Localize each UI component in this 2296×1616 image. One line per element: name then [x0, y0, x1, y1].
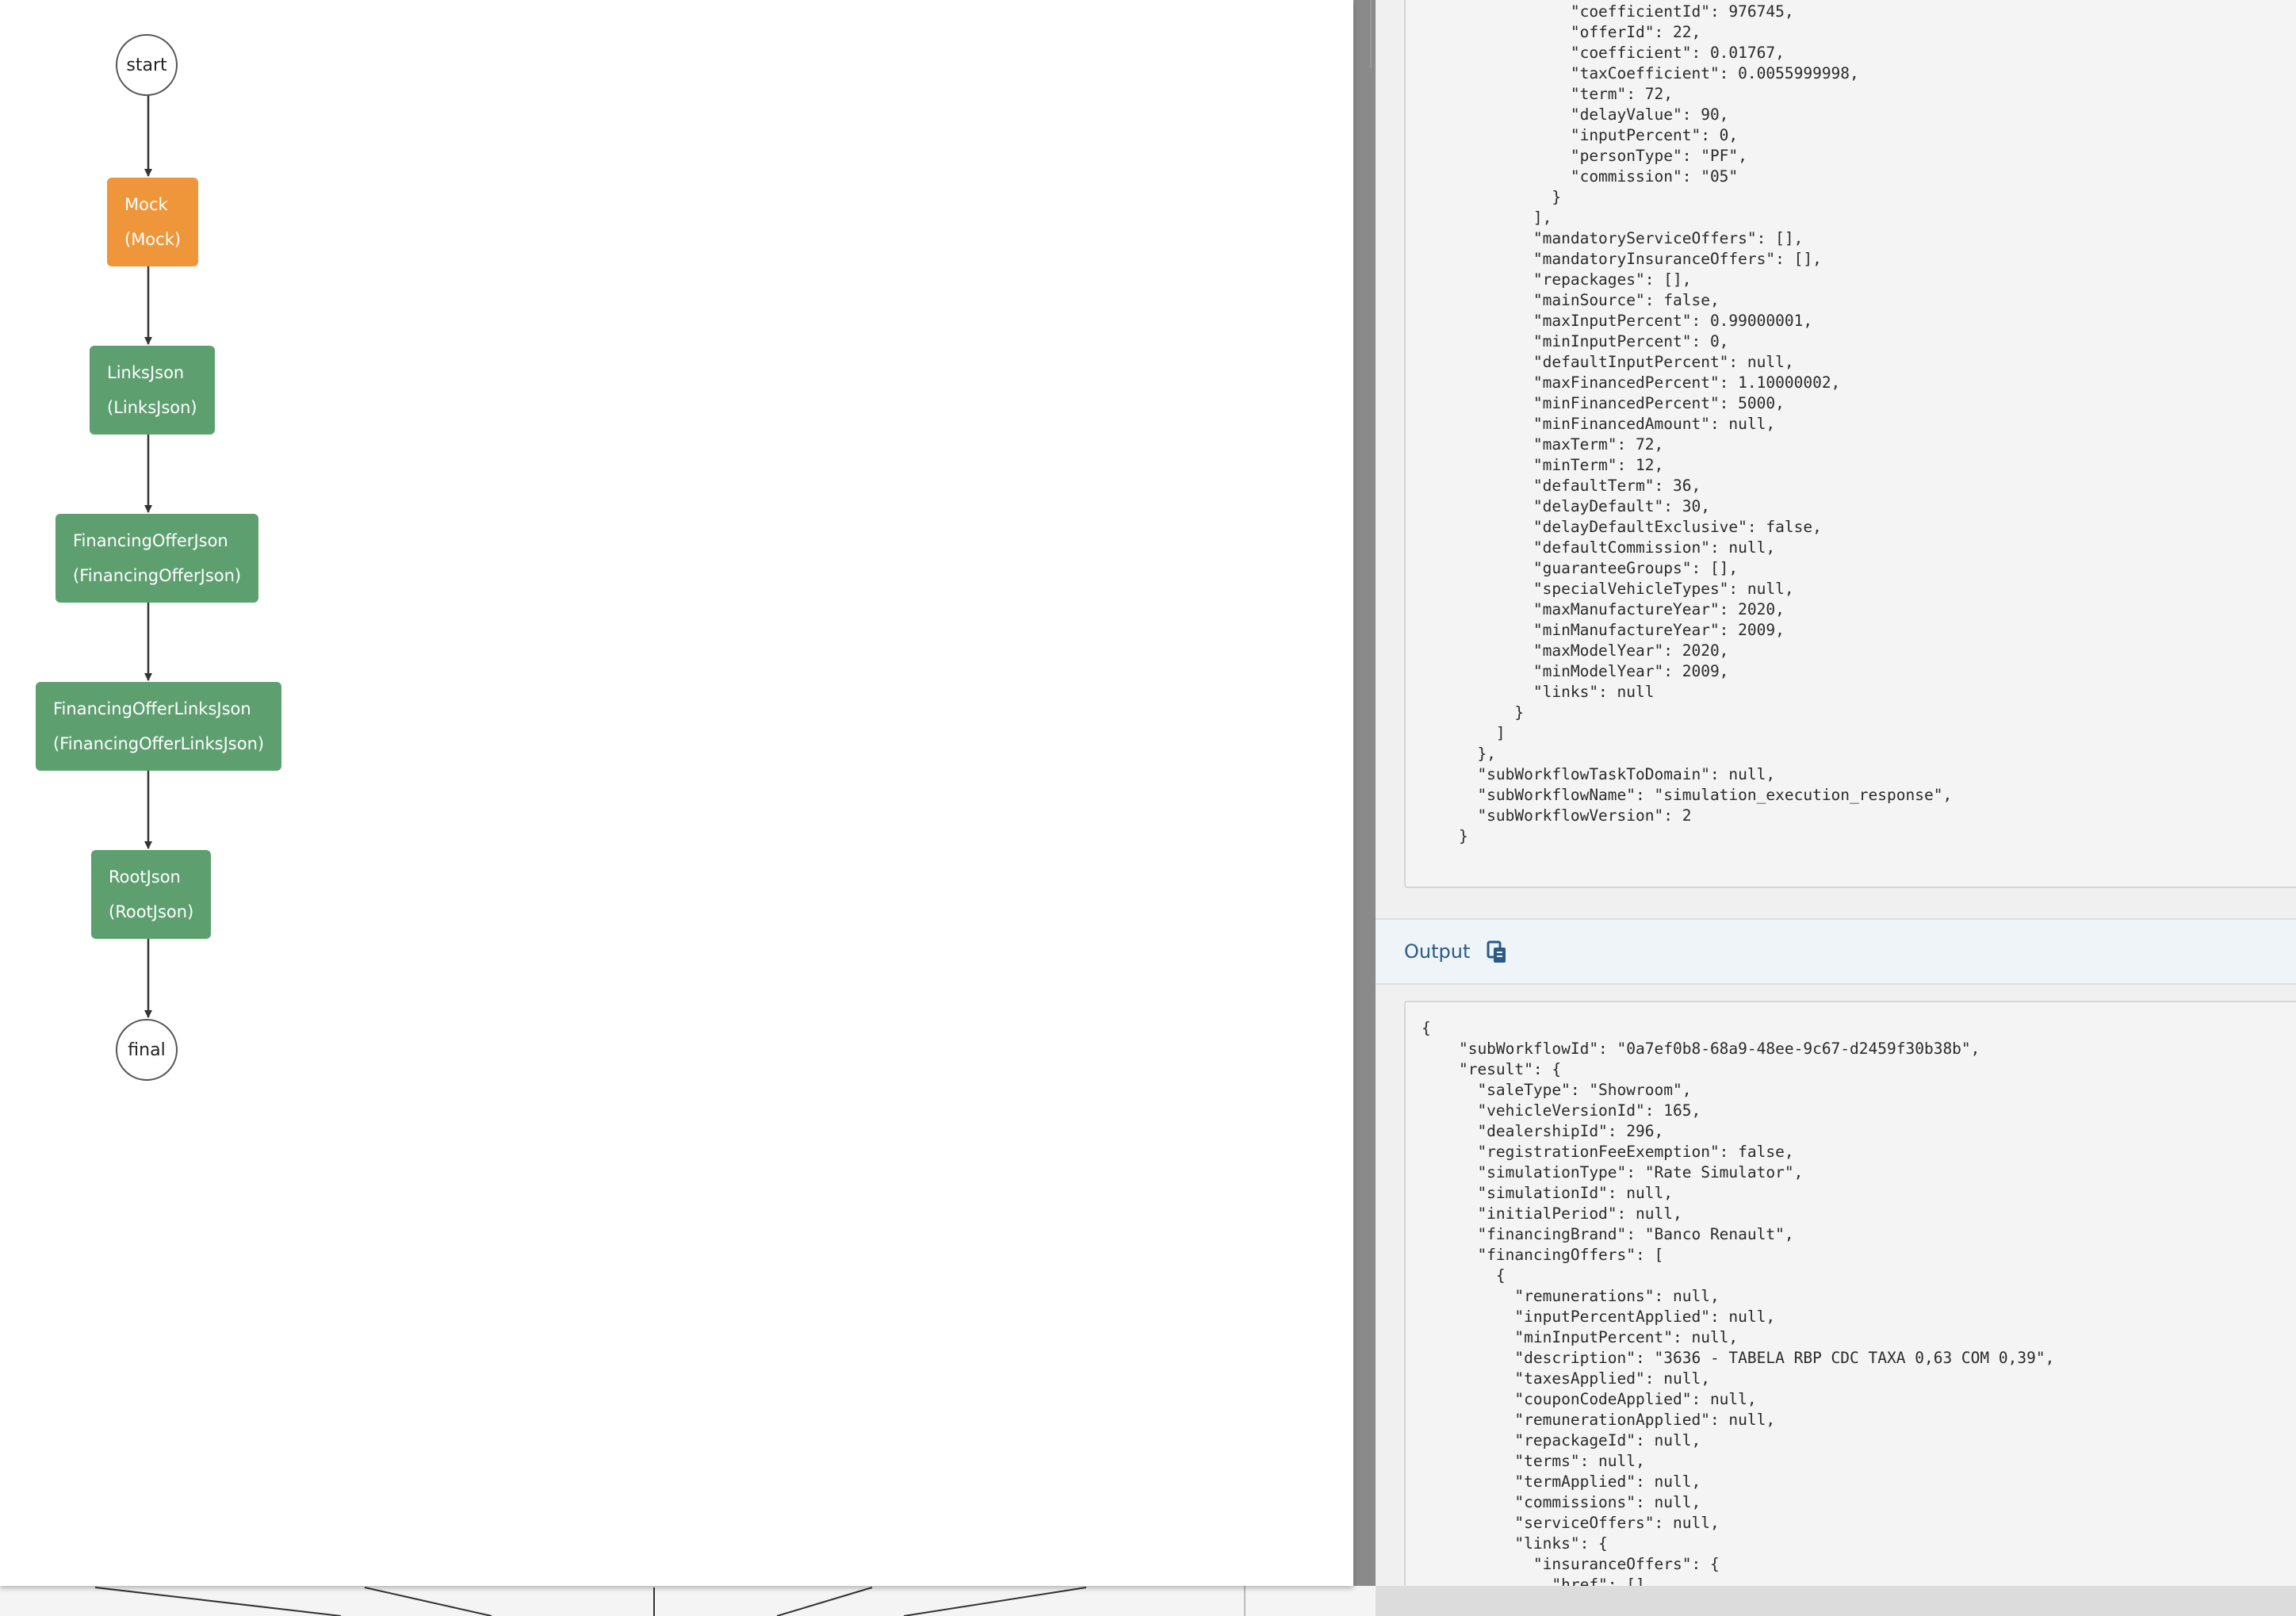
final-node[interactable]: final	[116, 1019, 178, 1081]
task-node-mock[interactable]: Mock (Mock)	[107, 178, 199, 266]
task-ref: (FinancingOfferLinksJson)	[53, 734, 265, 753]
task-node-financingofferlinksjson[interactable]: FinancingOfferLinksJson (FinancingOfferL…	[36, 682, 282, 771]
task-node-linksjson[interactable]: LinksJson (LinksJson)	[90, 346, 215, 435]
task-name: FinancingOfferJson	[73, 531, 228, 550]
output-section-header: Output	[1376, 918, 2296, 985]
graph-edges	[144, 96, 152, 1018]
input-json-text: "coefficientId": 976745, "offerId": 22, …	[1458, 2, 1953, 845]
copy-icon[interactable]	[1483, 939, 1510, 966]
task-node-financingofferjson[interactable]: FinancingOfferJson (FinancingOfferJson)	[55, 514, 259, 603]
output-json-viewer[interactable]: { "subWorkflowId": "0a7ef0b8-68a9-48ee-9…	[1404, 1001, 2296, 1586]
start-node-label: start	[126, 55, 167, 75]
task-name: FinancingOfferLinksJson	[53, 699, 251, 718]
background-edges	[94, 1586, 1246, 1616]
background-graph-strip	[0, 1586, 1383, 1616]
task-name: RootJson	[109, 867, 181, 887]
task-ref: (FinancingOfferJson)	[73, 566, 242, 585]
task-ref: (Mock)	[124, 230, 182, 249]
task-name: Mock	[124, 195, 168, 214]
modal-gutter-divider	[1370, 0, 1372, 68]
details-bottom-strip	[1376, 1586, 2296, 1616]
task-details-panel: "coefficientId": 976745, "offerId": 22, …	[1376, 0, 2296, 1586]
output-label: Output	[1404, 940, 1471, 963]
workflow-graph-panel: start Mock (Mock) LinksJson (LinksJson) …	[0, 0, 1353, 1586]
final-node-label: final	[128, 1040, 166, 1060]
input-json-viewer[interactable]: "coefficientId": 976745, "offerId": 22, …	[1404, 0, 2296, 888]
task-node-rootjson[interactable]: RootJson (RootJson)	[91, 850, 212, 939]
modal-gutter	[1353, 0, 1376, 1586]
start-node[interactable]: start	[116, 34, 178, 96]
task-name: LinksJson	[107, 363, 185, 382]
task-ref: (RootJson)	[109, 902, 194, 921]
output-json-text: { "subWorkflowId": "0a7ef0b8-68a9-48ee-9…	[1422, 1019, 2055, 1586]
task-ref: (LinksJson)	[107, 398, 197, 417]
